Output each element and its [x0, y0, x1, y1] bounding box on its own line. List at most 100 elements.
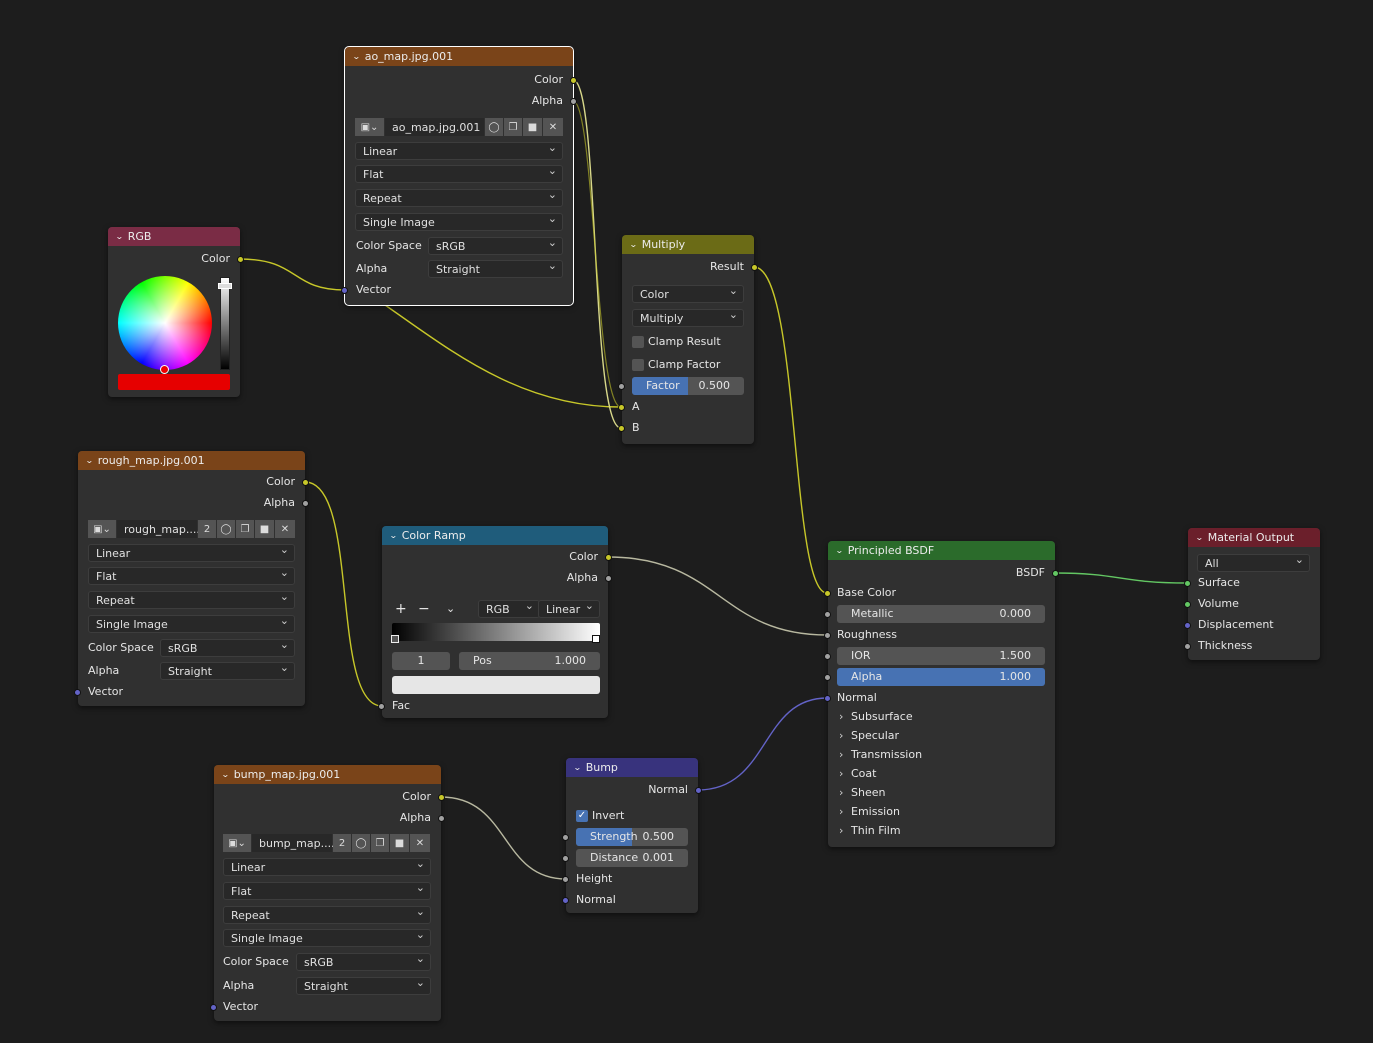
- colorspace-dropdown[interactable]: sRGB: [296, 950, 431, 971]
- stop-color-swatch[interactable]: [392, 676, 600, 694]
- output-color-socket[interactable]: [438, 794, 445, 801]
- input-height-socket[interactable]: [562, 876, 569, 883]
- chevron-down-icon[interactable]: ⌄: [115, 232, 124, 241]
- distance-field[interactable]: Distance 0.001: [576, 849, 688, 867]
- output-alpha-socket[interactable]: [605, 575, 612, 582]
- node-header[interactable]: ⌄ bump_map.jpg.001: [214, 765, 441, 784]
- input-strength-socket[interactable]: [562, 834, 569, 841]
- value-slider[interactable]: [220, 277, 230, 370]
- duplicate-icon[interactable]: ❐: [371, 834, 390, 852]
- input-thickness-socket[interactable]: [1184, 643, 1191, 650]
- output-alpha-socket[interactable]: [302, 500, 309, 507]
- image-selector[interactable]: ▣⌄ bump_map.... 2 ◯ ❐ ■ ✕: [223, 834, 430, 852]
- input-ior-socket[interactable]: [824, 653, 831, 660]
- invert-checkbox[interactable]: ✓: [576, 810, 588, 822]
- output-result-socket[interactable]: [751, 264, 758, 271]
- extension-dropdown[interactable]: Repeat: [355, 186, 563, 207]
- colorspace-dropdown[interactable]: sRGB: [428, 234, 563, 255]
- interpolation-dropdown[interactable]: Linear: [355, 139, 563, 160]
- duplicate-icon[interactable]: ❐: [504, 118, 523, 136]
- alpha-slider[interactable]: Alpha 1.000: [837, 668, 1045, 686]
- rough-image-texture-node[interactable]: ⌄ rough_map.jpg.001 Color Alpha ▣⌄ rough…: [74, 451, 309, 706]
- material-output-node[interactable]: ⌄ Material Output All Surface Volume Dis…: [1184, 528, 1320, 660]
- principled-bsdf-node[interactable]: ⌄ Principled BSDF BSDF Base Color Metall…: [824, 541, 1059, 847]
- panel-emission[interactable]: › Emission: [839, 802, 900, 821]
- input-a-socket[interactable]: [618, 404, 625, 411]
- input-roughness-socket[interactable]: [824, 632, 831, 639]
- output-normal-socket[interactable]: [695, 787, 702, 794]
- color-wheel-cursor[interactable]: [160, 365, 169, 374]
- panel-subsurface[interactable]: › Subsurface: [839, 707, 913, 726]
- data-type-dropdown[interactable]: Color: [632, 282, 744, 303]
- input-volume-socket[interactable]: [1184, 601, 1191, 608]
- interpolation-dropdown[interactable]: Linear: [88, 541, 295, 562]
- image-icon[interactable]: ▣⌄: [88, 520, 117, 538]
- input-normal-socket[interactable]: [562, 897, 569, 904]
- bump-node[interactable]: ⌄ Bump Normal ✓ Invert Strength 0.500 Di…: [562, 758, 702, 913]
- color-swatch[interactable]: [118, 374, 230, 390]
- node-header[interactable]: ⌄ rough_map.jpg.001: [78, 451, 305, 470]
- chevron-down-icon[interactable]: ⌄: [352, 52, 361, 61]
- blend-mode-dropdown[interactable]: Multiply: [632, 306, 744, 327]
- multiply-node[interactable]: ⌄ Multiply Result Color Multiply Clamp R…: [618, 235, 758, 444]
- close-icon[interactable]: ✕: [543, 118, 563, 136]
- extension-dropdown[interactable]: Repeat: [223, 903, 431, 924]
- ramp-interpolation-dropdown[interactable]: Linear: [538, 597, 600, 618]
- output-color-socket[interactable]: [570, 77, 577, 84]
- interpolation-dropdown[interactable]: Linear: [223, 855, 431, 876]
- input-vector-socket[interactable]: [74, 689, 81, 696]
- input-distance-socket[interactable]: [562, 855, 569, 862]
- bump-image-texture-node[interactable]: ⌄ bump_map.jpg.001 Color Alpha ▣⌄ bump_m…: [210, 765, 445, 1021]
- metallic-field[interactable]: Metallic 0.000: [837, 605, 1045, 623]
- ao-image-texture-node[interactable]: ⌄ ao_map.jpg.001 Color Alpha ▣⌄ ao_map.j…: [341, 46, 577, 306]
- input-fac-socket[interactable]: [378, 703, 385, 710]
- panel-specular[interactable]: › Specular: [839, 726, 899, 745]
- output-color-socket[interactable]: [302, 479, 309, 486]
- chevron-down-icon[interactable]: ⌄: [85, 456, 94, 465]
- node-header[interactable]: ⌄ Multiply: [622, 235, 754, 254]
- remove-stop-button[interactable]: −: [418, 600, 430, 618]
- node-header[interactable]: ⌄ Color Ramp: [382, 526, 608, 545]
- alpha-mode-dropdown[interactable]: Straight: [428, 257, 563, 278]
- image-name-field[interactable]: rough_map....: [117, 520, 200, 538]
- image-icon[interactable]: ▣⌄: [355, 118, 385, 136]
- chevron-down-icon[interactable]: ⌄: [221, 770, 230, 779]
- stop-handle-white[interactable]: [592, 635, 600, 643]
- close-icon[interactable]: ✕: [410, 834, 430, 852]
- projection-dropdown[interactable]: Flat: [223, 879, 431, 900]
- output-color-socket[interactable]: [605, 554, 612, 561]
- alpha-mode-dropdown[interactable]: Straight: [296, 974, 431, 995]
- node-header[interactable]: ⌄ ao_map.jpg.001: [345, 47, 573, 66]
- value-slider-handle[interactable]: [218, 283, 232, 289]
- rgb-node[interactable]: ⌄ RGB Color: [108, 227, 244, 397]
- image-name-field[interactable]: ao_map.jpg.001: [385, 118, 485, 136]
- strength-slider[interactable]: Strength 0.500: [576, 828, 688, 846]
- stop-index-field[interactable]: 1: [392, 652, 450, 670]
- color-wheel[interactable]: [118, 276, 212, 370]
- clamp-factor-checkbox[interactable]: [632, 359, 644, 371]
- folder-icon[interactable]: ■: [523, 118, 543, 136]
- shield-icon[interactable]: ◯: [217, 520, 236, 538]
- shield-icon[interactable]: ◯: [485, 118, 504, 136]
- shield-icon[interactable]: ◯: [352, 834, 371, 852]
- chevron-down-icon[interactable]: ⌄: [835, 546, 844, 555]
- output-alpha-socket[interactable]: [570, 98, 577, 105]
- chevron-down-icon[interactable]: ⌄: [573, 763, 582, 772]
- color-mode-dropdown[interactable]: RGB: [478, 597, 540, 618]
- gradient-bar[interactable]: [392, 623, 600, 641]
- projection-dropdown[interactable]: Flat: [88, 564, 295, 585]
- alpha-mode-dropdown[interactable]: Straight: [160, 659, 295, 680]
- source-dropdown[interactable]: Single Image: [355, 210, 563, 231]
- factor-slider[interactable]: Factor 0.500: [632, 377, 744, 395]
- target-dropdown[interactable]: All: [1197, 551, 1310, 572]
- color-ramp-node[interactable]: ⌄ Color Ramp Color Alpha + − ⌄ RGB Linea…: [378, 526, 612, 718]
- node-header[interactable]: ⌄ RGB: [108, 227, 240, 246]
- input-metallic-socket[interactable]: [824, 611, 831, 618]
- input-b-socket[interactable]: [618, 425, 625, 432]
- input-vector-socket[interactable]: [341, 287, 348, 294]
- output-bsdf-socket[interactable]: [1052, 570, 1059, 577]
- colorspace-dropdown[interactable]: sRGB: [160, 636, 295, 657]
- stop-handle-black[interactable]: [391, 635, 399, 643]
- duplicate-icon[interactable]: ❐: [236, 520, 255, 538]
- node-header[interactable]: ⌄ Bump: [566, 758, 698, 777]
